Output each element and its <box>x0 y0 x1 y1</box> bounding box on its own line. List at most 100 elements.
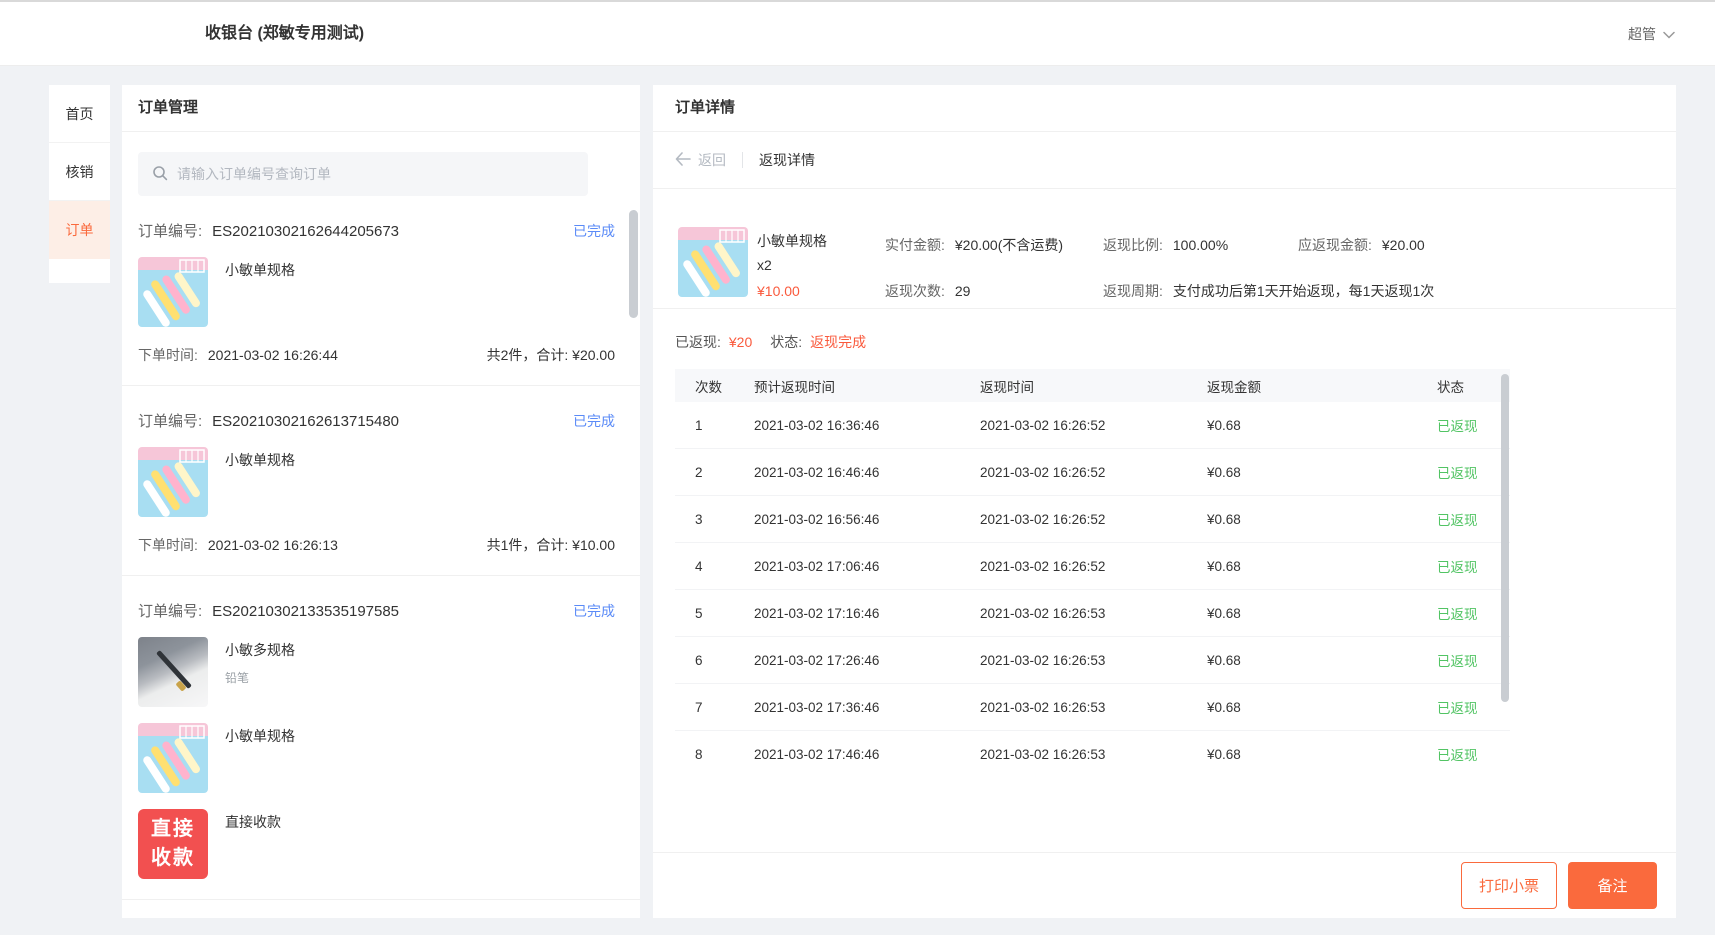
cell-index: 5 <box>695 606 754 621</box>
returned-value: ¥20 <box>729 334 752 350</box>
order-list-scrollbar[interactable] <box>629 210 638 318</box>
order-time-value: 2021-03-02 16:26:13 <box>208 537 338 553</box>
table-row: 8 2021-03-02 17:46:46 2021-03-02 16:26:5… <box>675 731 1510 772</box>
cell-status: 已返现 <box>1437 744 1510 764</box>
direct-payment-badge: 直接收款 <box>138 809 208 879</box>
cashback-times-label: 返现次数: <box>885 283 945 299</box>
order-status-link[interactable]: 已完成 <box>573 411 615 431</box>
table-row: 7 2021-03-02 17:36:46 2021-03-02 16:26:5… <box>675 684 1510 731</box>
back-button[interactable]: 返回 <box>675 150 726 170</box>
order-card[interactable]: 订单编号: ES20210302162613715480 已完成 <box>122 386 640 576</box>
cell-status: 已返现 <box>1437 556 1510 576</box>
search-input[interactable] <box>177 166 574 182</box>
order-time: 下单时间: 2021-03-02 16:26:13 <box>138 535 338 555</box>
order-search-box[interactable] <box>138 152 588 196</box>
order-number-label: 订单编号: <box>138 223 202 240</box>
product-name: 小敏单规格 <box>225 450 295 517</box>
col-header-status: 状态 <box>1437 376 1510 396</box>
print-receipt-button[interactable]: 打印小票 <box>1461 862 1557 909</box>
order-time-label: 下单时间: <box>138 347 198 363</box>
order-status-link[interactable]: 已完成 <box>573 601 615 621</box>
cell-expected-time: 2021-03-02 17:46:46 <box>754 747 980 762</box>
order-card[interactable]: 订单编号:ES20210302133535197585 已完成 小敏多规格 铅笔 <box>122 576 640 900</box>
cashback-table: 次数 预计返现时间 返现时间 返现金额 状态 1 2021-03-02 16:3… <box>675 369 1510 772</box>
table-row: 5 2021-03-02 17:16:46 2021-03-02 16:26:5… <box>675 590 1510 637</box>
detail-toolbar: 返回 返现详情 <box>653 132 1676 189</box>
paid-amount-label: 实付金额: <box>885 237 945 253</box>
product-image-pens <box>138 723 208 793</box>
order-number-value: ES20210302162644205673 <box>212 223 399 240</box>
order-time-value: 2021-03-02 16:26:44 <box>208 347 338 363</box>
order-number-label: 订单编号: <box>138 413 202 430</box>
cashback-summary: 小敏单规格 x2 ¥10.00 实付金额:¥20.00(不含运费) 返现比例:1… <box>653 189 1676 309</box>
cell-index: 7 <box>695 700 754 715</box>
order-number: 订单编号: ES20210302162613715480 <box>138 410 399 431</box>
cell-cashback-time: 2021-03-02 16:26:53 <box>980 747 1207 762</box>
order-number-label: 订单编号: <box>138 603 202 620</box>
product-image-pens <box>138 447 208 517</box>
cell-cashback-time: 2021-03-02 16:26:53 <box>980 653 1207 668</box>
cashback-detail-subtitle: 返现详情 <box>759 150 815 170</box>
cell-cashback-time: 2021-03-02 16:26:52 <box>980 418 1207 433</box>
cell-amount: ¥0.68 <box>1207 559 1437 574</box>
cashback-total-value: ¥20.00 <box>1382 237 1425 253</box>
product-price: ¥10.00 <box>757 283 800 299</box>
top-bar: 收银台 (郑敏专用测试) 超管 <box>0 0 1715 66</box>
status-label: 状态: <box>770 334 802 350</box>
cell-index: 3 <box>695 512 754 527</box>
product-quantity: x2 <box>757 257 772 273</box>
product-name: 小敏单规格 <box>225 726 295 793</box>
cell-cashback-time: 2021-03-02 16:26:53 <box>980 606 1207 621</box>
order-total: 共1件，合计: ¥10.00 <box>487 535 615 555</box>
cashback-status-line: 已返现:¥20状态:返现完成 <box>653 309 1676 369</box>
cell-index: 1 <box>695 418 754 433</box>
user-menu-label: 超管 <box>1628 24 1656 44</box>
sidebar-item-orders[interactable]: 订单 <box>49 201 110 259</box>
cell-status: 已返现 <box>1437 415 1510 435</box>
product-image-pencil <box>138 637 208 707</box>
order-status-link[interactable]: 已完成 <box>573 221 615 241</box>
user-menu[interactable]: 超管 <box>1628 2 1675 65</box>
order-number-value: ES20210302162613715480 <box>212 413 399 430</box>
cell-amount: ¥0.68 <box>1207 418 1437 433</box>
order-card[interactable]: 订单编号: ES20210302162644205673 已完成 <box>122 196 640 386</box>
cashback-ratio: 返现比例: 100.00% <box>1103 235 1228 255</box>
order-detail-panel: 订单详情 返回 返现详情 小敏 <box>653 85 1676 918</box>
cashback-ratio-value: 100.00% <box>1173 237 1228 253</box>
order-number-value: ES20210302133535197585 <box>212 603 399 620</box>
order-time: 下单时间: 2021-03-02 16:26:44 <box>138 345 338 365</box>
table-scrollbar[interactable] <box>1501 374 1509 702</box>
back-label: 返回 <box>698 150 726 170</box>
note-button[interactable]: 备注 <box>1568 862 1657 909</box>
cell-amount: ¥0.68 <box>1207 700 1437 715</box>
cashback-ratio-label: 返现比例: <box>1103 237 1163 253</box>
product-name: 小敏多规格 <box>225 640 295 660</box>
product-name: 直接收款 <box>225 812 281 879</box>
cell-expected-time: 2021-03-02 17:16:46 <box>754 606 980 621</box>
paid-amount-value: ¥20.00(不含运费) <box>955 237 1063 253</box>
direct-payment-badge-text: 直接收款 <box>149 815 197 873</box>
cell-expected-time: 2021-03-02 17:26:46 <box>754 653 980 668</box>
sidebar-item-home[interactable]: 首页 <box>49 85 110 143</box>
sidebar-item-verify[interactable]: 核销 <box>49 143 110 201</box>
order-number: 订单编号: ES20210302133535197585 <box>138 600 399 621</box>
search-icon <box>152 165 168 184</box>
table-body: 1 2021-03-02 16:36:46 2021-03-02 16:26:5… <box>675 402 1510 772</box>
order-list-panel: 订单管理 订单编号:ES20210302162644205673 已完成 <box>122 85 640 918</box>
cell-amount: ¥0.68 <box>1207 747 1437 762</box>
order-time-label: 下单时间: <box>138 537 198 553</box>
cell-status: 已返现 <box>1437 650 1510 670</box>
product-image-pens <box>138 257 208 327</box>
col-header-times: 次数 <box>695 376 754 396</box>
table-row: 2 2021-03-02 16:46:46 2021-03-02 16:26:5… <box>675 449 1510 496</box>
detail-footer: 打印小票 备注 <box>653 852 1676 918</box>
cell-index: 2 <box>695 465 754 480</box>
returned-label: 已返现: <box>675 334 721 350</box>
cell-index: 8 <box>695 747 754 762</box>
cell-expected-time: 2021-03-02 17:36:46 <box>754 700 980 715</box>
cell-expected-time: 2021-03-02 17:06:46 <box>754 559 980 574</box>
cashback-times: 返现次数:29 <box>885 281 970 301</box>
cell-status: 已返现 <box>1437 697 1510 717</box>
app-title: 收银台 (郑敏专用测试) <box>205 2 364 65</box>
cell-amount: ¥0.68 <box>1207 512 1437 527</box>
